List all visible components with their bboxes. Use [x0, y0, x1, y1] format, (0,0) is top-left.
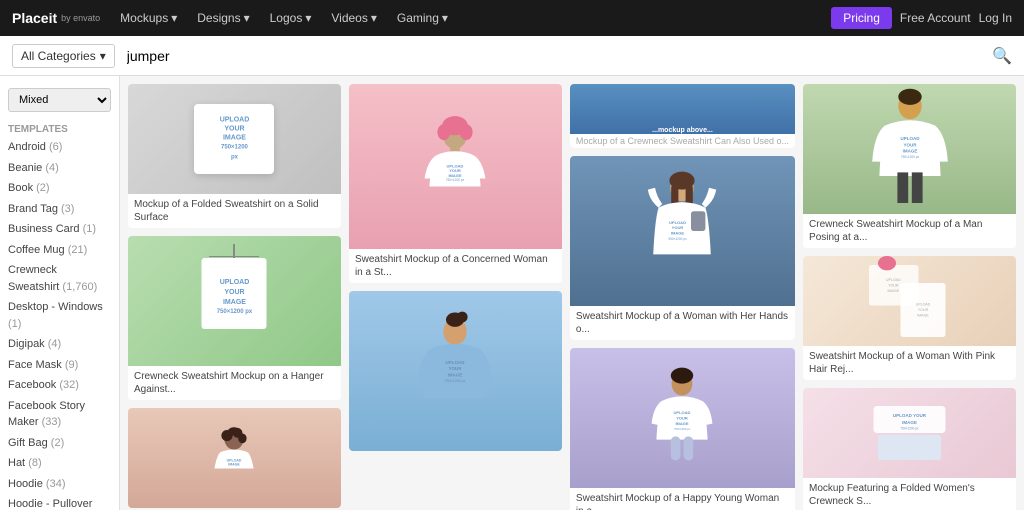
- logo[interactable]: Placeit by envato: [12, 10, 100, 26]
- logo-subtitle: by envato: [61, 13, 100, 23]
- sidebar-item-fb-story[interactable]: Facebook Story Maker (33): [0, 396, 119, 433]
- sidebar-item-gift-bag[interactable]: Gift Bag (2): [0, 433, 119, 454]
- card-hanger-sweatshirt[interactable]: UPLOADYOURIMAGE750×1200 px Crewneck Swea…: [128, 236, 341, 400]
- sidebar-item-hat[interactable]: Hat (8): [0, 453, 119, 474]
- sidebar-item-facebook[interactable]: Facebook (32): [0, 375, 119, 396]
- svg-text:IMAGE: IMAGE: [448, 372, 463, 377]
- content-area: UPLOADYOURIMAGE750×1200 px Mockup of a F…: [120, 76, 1024, 510]
- sidebar-templates-label: Templates: [0, 120, 119, 137]
- svg-text:750×1200 px: 750×1200 px: [900, 155, 919, 159]
- sidebar-item-business-card[interactable]: Business Card (1): [0, 219, 119, 240]
- card-label: Mockup Featuring a Folded Women's Crewne…: [803, 478, 1016, 510]
- sort-select[interactable]: Mixed Newest Popular: [8, 88, 111, 112]
- svg-text:YOUR: YOUR: [677, 416, 689, 421]
- card-happy-young-woman[interactable]: UPLOAD YOUR IMAGE 750×1200 px Sweatshirt…: [570, 348, 795, 510]
- pricing-button[interactable]: Pricing: [831, 7, 892, 29]
- mockup-grid: UPLOADYOURIMAGE750×1200 px Mockup of a F…: [128, 84, 1016, 510]
- nav-mockups[interactable]: Mockups ▾: [120, 11, 177, 25]
- card-label: Crewneck Sweatshirt Mockup of a Man Posi…: [803, 214, 1016, 248]
- card-woman-hands-up[interactable]: UPLOAD YOUR IMAGE 950×1200 px Sweatshirt…: [570, 156, 795, 340]
- sidebar: Mixed Newest Popular Templates Android (…: [0, 76, 120, 510]
- card-label: Sweatshirt Mockup of a Woman with Her Ha…: [570, 306, 795, 340]
- svg-text:UPLOAD: UPLOAD: [916, 303, 931, 307]
- nav-designs[interactable]: Designs ▾: [197, 11, 249, 25]
- svg-text:750×1200 px: 750×1200 px: [446, 178, 465, 182]
- grid-col-4: UPLOAD YOUR IMAGE 750×1200 px Crewneck S…: [803, 84, 1016, 510]
- svg-text:IMAGE: IMAGE: [902, 149, 917, 154]
- sidebar-item-book[interactable]: Book (2): [0, 178, 119, 199]
- svg-text:UPLOAD: UPLOAD: [886, 278, 901, 282]
- logo-text: Placeit: [12, 10, 57, 26]
- nav-videos[interactable]: Videos ▾: [331, 11, 377, 25]
- svg-text:750×1200 px: 750×1200 px: [674, 427, 691, 431]
- svg-text:750×1200 px: 750×1200 px: [900, 426, 919, 430]
- card-label: Crewneck Sweatshirt Mockup on a Hanger A…: [128, 366, 341, 400]
- category-dropdown[interactable]: All Categories ▾: [12, 44, 115, 68]
- card-woman-curly[interactable]: UPLOAD IMAGE: [128, 408, 341, 508]
- sidebar-item-beanie[interactable]: Beanie (4): [0, 158, 119, 179]
- card-label: Sweatshirt Mockup of a Woman With Pink H…: [803, 346, 1016, 380]
- search-input[interactable]: [123, 44, 984, 68]
- sidebar-item-face-mask[interactable]: Face Mask (9): [0, 355, 119, 376]
- svg-text:750×1200 px: 750×1200 px: [445, 379, 466, 383]
- svg-text:IMAGE: IMAGE: [229, 463, 241, 467]
- svg-text:IMAGE: IMAGE: [888, 289, 900, 293]
- svg-text:UPLOAD: UPLOAD: [227, 459, 242, 463]
- nav-gaming[interactable]: Gaming ▾: [397, 11, 448, 25]
- card-partial-top[interactable]: ...mockup above... Mockup of a Crewneck …: [570, 84, 795, 148]
- svg-text:950×1200 px: 950×1200 px: [669, 237, 688, 241]
- sidebar-item-hoodie-pullover[interactable]: Hoodie - Pullover (34): [0, 494, 119, 510]
- grid-col-2: UPLOAD YOUR IMAGE 750×1200 px Sweatshirt…: [349, 84, 562, 451]
- sidebar-item-android[interactable]: Android (6): [0, 137, 119, 158]
- card-blue-sweatshirt-model[interactable]: UPLOAD YOUR IMAGE 750×1200 px: [349, 291, 562, 451]
- card-folded-sweatshirt[interactable]: UPLOADYOURIMAGE750×1200 px Mockup of a F…: [128, 84, 341, 228]
- svg-text:UPLOAD: UPLOAD: [900, 136, 920, 141]
- card-man-posing[interactable]: UPLOAD YOUR IMAGE 750×1200 px Crewneck S…: [803, 84, 1016, 248]
- nav-logos[interactable]: Logos ▾: [270, 11, 312, 25]
- card-folded-womens-crewneck[interactable]: UPLOAD YOUR IMAGE 750×1200 px Mockup Fea…: [803, 388, 1016, 510]
- svg-text:YOUR: YOUR: [888, 284, 899, 288]
- svg-text:UPLOAD YOUR: UPLOAD YOUR: [893, 413, 927, 418]
- main-layout: Mixed Newest Popular Templates Android (…: [0, 76, 1024, 510]
- svg-text:UPLOAD: UPLOAD: [674, 410, 691, 415]
- nav-right-actions: Pricing Free Account Log In: [831, 7, 1012, 29]
- svg-text:YOUR: YOUR: [672, 225, 684, 230]
- card-label: Sweatshirt Mockup of a Concerned Woman i…: [349, 249, 562, 283]
- svg-text:YOUR: YOUR: [903, 142, 917, 147]
- svg-text:YOUR: YOUR: [449, 366, 463, 371]
- sidebar-item-brand-tag[interactable]: Brand Tag (3): [0, 199, 119, 220]
- search-button[interactable]: 🔍: [992, 46, 1012, 66]
- card-woman-pink-hair[interactable]: UPLOAD YOUR IMAGE 750×1200 px Sweatshirt…: [349, 84, 562, 283]
- card-pink-hair-reject[interactable]: UPLOAD YOUR IMAGE UPLOAD YOUR IMAGE Swea…: [803, 256, 1016, 380]
- free-account-button[interactable]: Free Account: [900, 11, 971, 25]
- sidebar-item-hoodie[interactable]: Hoodie (34): [0, 474, 119, 495]
- svg-text:IMAGE: IMAGE: [671, 231, 685, 236]
- grid-col-1: UPLOADYOURIMAGE750×1200 px Mockup of a F…: [128, 84, 341, 508]
- card-label: Mockup of a Folded Sweatshirt on a Solid…: [128, 194, 341, 228]
- svg-text:IMAGE: IMAGE: [917, 313, 929, 317]
- login-button[interactable]: Log In: [979, 11, 1012, 25]
- sidebar-item-coffee-mug[interactable]: Coffee Mug (21): [0, 240, 119, 261]
- sidebar-item-crewneck[interactable]: Crewneck Sweatshirt (1,760): [0, 260, 119, 297]
- top-navigation: Placeit by envato Mockups ▾ Designs ▾ Lo…: [0, 0, 1024, 36]
- search-bar: All Categories ▾ 🔍: [0, 36, 1024, 76]
- card-label: Sweatshirt Mockup of a Happy Young Woman…: [570, 488, 795, 510]
- svg-text:UPLOAD: UPLOAD: [669, 220, 686, 225]
- svg-text:IMAGE: IMAGE: [676, 421, 689, 426]
- grid-col-3: ...mockup above... Mockup of a Crewneck …: [570, 84, 795, 510]
- svg-text:UPLOAD: UPLOAD: [446, 360, 466, 365]
- sidebar-item-digipak[interactable]: Digipak (4): [0, 334, 119, 355]
- sidebar-item-desktop-win[interactable]: Desktop - Windows (1): [0, 297, 119, 334]
- svg-text:YOUR: YOUR: [918, 308, 929, 312]
- svg-text:IMAGE: IMAGE: [902, 420, 917, 425]
